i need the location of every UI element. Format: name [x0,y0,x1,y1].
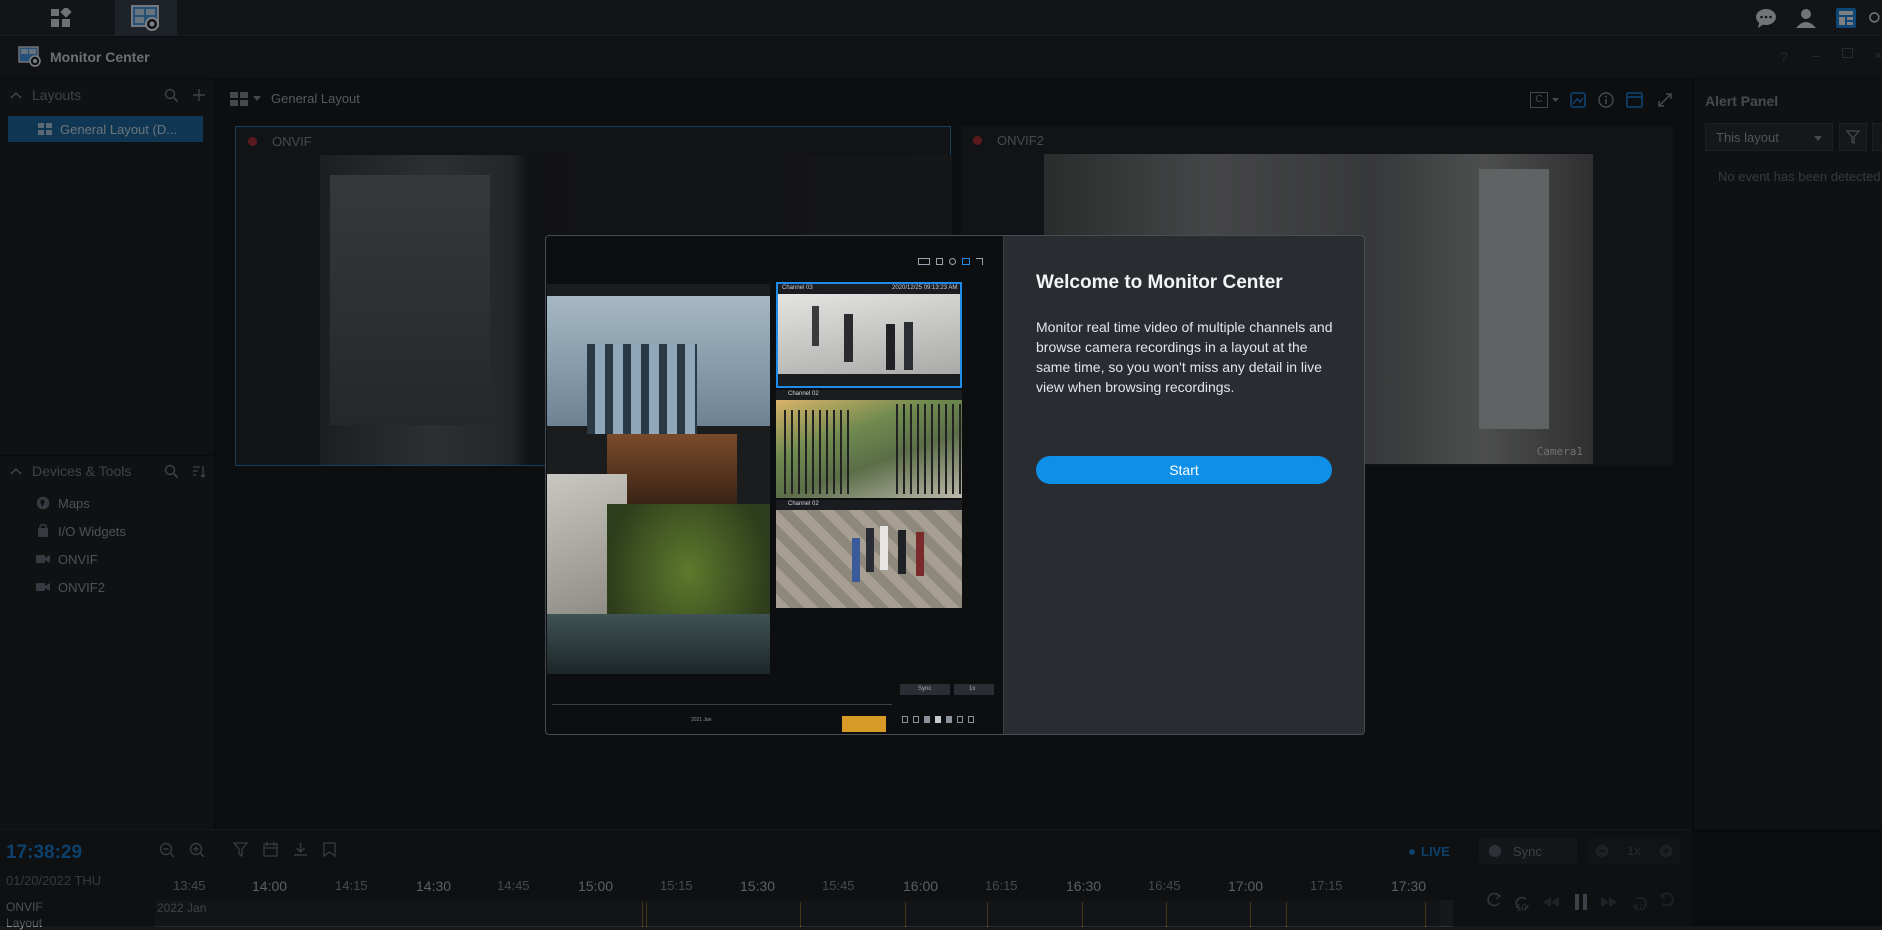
preview-person [880,526,888,570]
preview-person [812,306,819,346]
dialog-divider [1003,236,1004,734]
welcome-dialog: Channel 03 2020/12/25 09:13:23 AM Channe… [545,235,1365,735]
preview-person [844,314,853,362]
preview-playback [902,716,994,724]
start-button[interactable]: Start [1036,456,1332,484]
preview-plaza [778,294,960,374]
preview-ruler [552,704,892,705]
preview-channel-label: Channel 02 [788,391,819,397]
preview-person [898,530,906,574]
preview-ctl-icon [935,716,941,723]
preview-gate-right [896,404,962,494]
preview-person [886,324,895,370]
preview-toolbar [918,258,998,266]
preview-timestamp: 2020/12/25 09:13:23 AM [892,285,958,291]
preview-feed-atrium [547,284,770,674]
preview-speed: 1x [954,684,994,695]
preview-info-icon [949,258,956,265]
preview-sync: Sync [900,684,950,695]
preview-feed-channel-02-b: Channel 02 [776,500,962,608]
preview-ctl-icon [968,716,974,723]
preview-ctl-icon [924,716,930,723]
preview-quality-icon [918,258,930,265]
preview-ctl-icon [902,716,908,723]
preview-person [866,528,874,572]
preview-person [904,322,913,370]
preview-ctl-icon [957,716,963,723]
preview-pond [547,614,770,674]
preview-timeline-label: 2021 Jan [691,717,712,723]
preview-ctl-icon [946,716,952,723]
preview-glass-wall [587,344,697,434]
preview-channel-label: Channel 03 [782,285,813,291]
preview-snapshot-icon [936,258,943,265]
welcome-body: Monitor real time video of multiple chan… [1036,319,1333,395]
preview-gate-left [784,410,854,494]
preview-ctl-icon [913,716,919,723]
preview-recording-segment [842,716,886,732]
preview-fullscreen-icon [976,258,983,265]
preview-panel-icon [962,258,970,265]
preview-feed-channel-03: Channel 03 2020/12/25 09:13:23 AM [776,282,962,388]
preview-feed-controls [778,374,960,386]
preview-person [852,538,860,582]
preview-person [916,532,924,576]
welcome-preview-image: Channel 03 2020/12/25 09:13:23 AM Channe… [546,236,1003,734]
preview-feed-channel-02: Channel 02 [776,390,962,498]
preview-channel-label: Channel 02 [788,501,819,507]
welcome-title: Welcome to Monitor Center [1036,272,1283,293]
